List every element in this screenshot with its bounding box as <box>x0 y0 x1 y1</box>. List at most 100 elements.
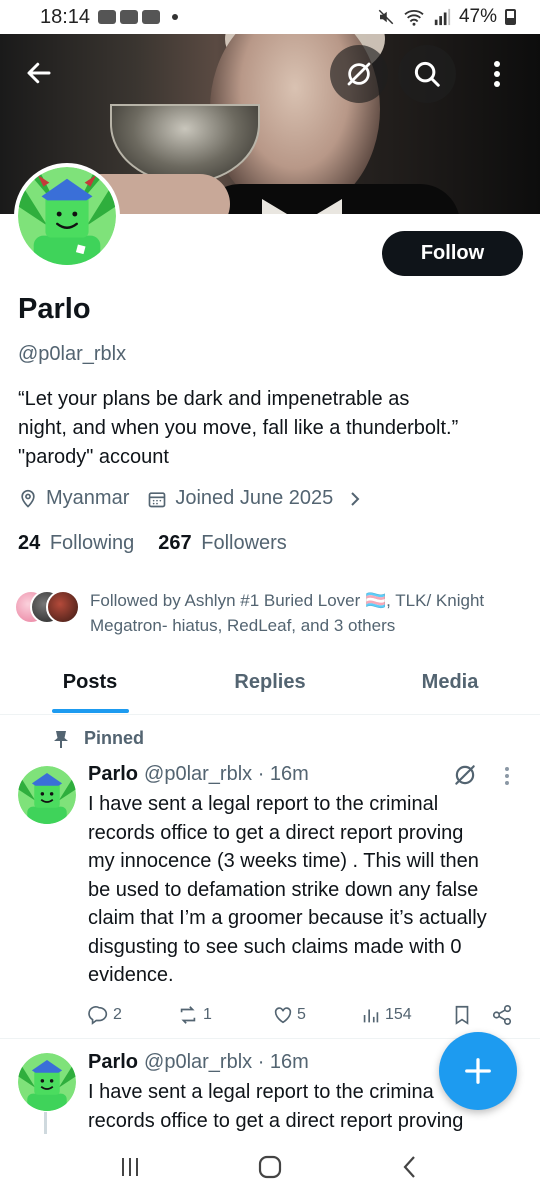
photos-notification-icon <box>98 10 117 24</box>
profile-handle: @p0lar_rblx <box>18 343 127 365</box>
back-button[interactable] <box>10 44 68 102</box>
post-text: I have sent a legal report to the crimin… <box>88 790 528 990</box>
repost-count: 1 <box>203 1006 212 1023</box>
recent-apps-button[interactable] <box>100 1142 160 1192</box>
search-icon <box>414 61 440 87</box>
post-grok-button[interactable] <box>452 762 478 793</box>
reply-icon <box>88 1006 108 1025</box>
follow-button[interactable]: Follow <box>382 231 523 276</box>
calendar-icon <box>149 491 166 507</box>
search-button[interactable] <box>398 45 456 103</box>
followed-by-line: Followed by Ashlyn #1 Buried Lover 🏳️‍⚧️… <box>90 591 485 610</box>
followed-by-line: Megatron- hiatus, RedLeaf, and 3 others <box>90 616 396 635</box>
battery-percent: 47% <box>458 6 497 27</box>
followers-label: Followers <box>201 532 287 554</box>
post-text-line: my innocence (3 weeks time) . This will … <box>88 850 479 872</box>
home-button[interactable] <box>240 1142 300 1192</box>
bio-line: “Let your plans be dark and impenetrable… <box>18 388 410 410</box>
back-arrow-icon <box>27 62 51 84</box>
like-button[interactable]: 5 <box>272 1004 306 1026</box>
grok-button[interactable] <box>330 45 388 103</box>
followers-count: 267 <box>158 532 192 554</box>
profile-bio: “Let your plans be dark and impenetrable… <box>18 385 523 472</box>
post-header: Parlo @p0lar_rblx · 16m <box>88 763 309 786</box>
location: Myanmar <box>18 487 129 510</box>
bio-line: night, and when you move, fall like a th… <box>18 417 459 439</box>
wifi-icon <box>404 10 424 26</box>
status-time: 18:14 <box>40 5 91 28</box>
battery-icon <box>505 9 516 25</box>
grok-icon <box>455 765 475 785</box>
follow-counts: 24 Following 267 Followers <box>18 532 287 555</box>
notification-icons <box>98 10 179 24</box>
followed-by[interactable]: Followed by Ashlyn #1 Buried Lover 🏳️‍⚧️… <box>14 588 520 638</box>
pin-icon <box>54 730 68 748</box>
post-author-name[interactable]: Parlo <box>88 1051 138 1074</box>
chevron-left-icon <box>403 1156 415 1178</box>
views-count: 154 <box>385 1006 412 1023</box>
more-options-button[interactable] <box>468 45 526 103</box>
follower-avatars <box>14 588 80 624</box>
views-button[interactable]: 154 <box>360 1004 412 1026</box>
heart-icon <box>274 1007 292 1024</box>
like-count: 5 <box>297 1006 306 1023</box>
post-author-meta: @p0lar_rblx · 16m <box>144 763 309 785</box>
compose-post-button[interactable] <box>439 1032 517 1110</box>
tab-media[interactable]: Media <box>360 657 540 714</box>
followed-by-text: Followed by Ashlyn #1 Buried Lover 🏳️‍⚧️… <box>90 588 520 638</box>
views-chart-icon <box>363 1009 379 1023</box>
profile-avatar[interactable] <box>14 163 120 269</box>
post-text-line: disgusting to see such claims made with … <box>88 935 462 958</box>
following-label: Following <box>49 532 135 554</box>
bookmark-icon <box>455 1005 469 1025</box>
reply-count: 2 <box>113 1006 122 1023</box>
share-button[interactable] <box>491 1004 513 1026</box>
following-count: 24 <box>18 532 41 554</box>
system-back-button[interactable] <box>380 1142 440 1192</box>
post-text-line: records office to get a direct report pr… <box>88 821 464 844</box>
profile-tabs: Posts Replies Media <box>0 657 540 715</box>
tab-posts[interactable]: Posts <box>0 657 180 714</box>
bio-line: "parody" account <box>18 446 169 468</box>
post-text-line: claim that I’m a groomer because it’s ac… <box>88 907 487 929</box>
post-header: Parlo @p0lar_rblx · 16m <box>88 1051 309 1074</box>
android-nav-bar <box>0 1134 540 1200</box>
share-icon <box>492 1005 512 1025</box>
followers-link[interactable]: 267 Followers <box>158 532 287 555</box>
following-link[interactable]: 24 Following <box>18 532 134 555</box>
more-vertical-icon <box>494 61 500 87</box>
post-text-line: evidence. <box>88 964 174 986</box>
tab-replies[interactable]: Replies <box>180 657 360 714</box>
bookmark-button[interactable] <box>452 1004 472 1026</box>
post-more-button[interactable] <box>504 766 510 791</box>
repost-icon <box>180 1006 196 1024</box>
chevron-right-icon <box>351 491 360 506</box>
post-avatar[interactable] <box>18 1053 76 1111</box>
avatar <box>46 590 80 624</box>
pinned-indicator: Pinned <box>52 728 144 749</box>
reply-button[interactable]: 2 <box>88 1004 122 1026</box>
profile-name: Parlo <box>18 293 91 325</box>
signal-icon <box>434 8 451 26</box>
joined-text: Joined June 2025 <box>175 487 334 509</box>
grok-icon <box>347 62 371 86</box>
post-actions: 2 1 5 154 <box>88 1000 520 1030</box>
joined-date[interactable]: Joined June 2025 <box>147 487 363 510</box>
plus-icon <box>465 1058 491 1084</box>
recent-apps-icon <box>122 1158 138 1176</box>
roblox-avatar-image <box>18 167 116 265</box>
post-text-line: I have sent a legal report to the crimin… <box>88 793 439 815</box>
repost-button[interactable]: 1 <box>176 1004 212 1026</box>
post-text-line: be used to defamation strike down any fa… <box>88 878 479 901</box>
home-icon <box>258 1155 282 1179</box>
post-avatar[interactable] <box>18 766 76 824</box>
thread-line <box>44 1112 47 1134</box>
status-bar: 18:14 47% <box>0 0 540 34</box>
post-author-meta: @p0lar_rblx · 16m <box>144 1051 309 1073</box>
status-right: 47% <box>377 6 516 28</box>
youtube-notification-icon <box>142 10 161 24</box>
pinned-label: Pinned <box>84 728 145 748</box>
more-vertical-icon <box>505 767 509 785</box>
post-author-name[interactable]: Parlo <box>88 763 138 786</box>
mute-icon <box>378 9 394 25</box>
